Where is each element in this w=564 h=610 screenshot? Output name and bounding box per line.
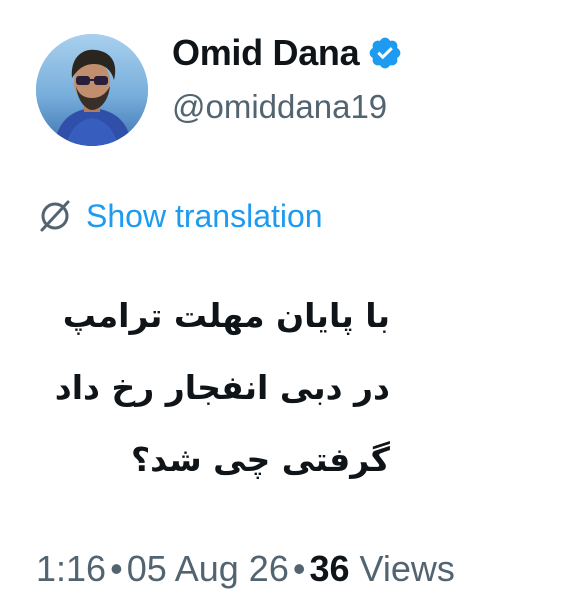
views-label: Views bbox=[359, 548, 455, 589]
tweet-time: 1:16 bbox=[36, 548, 107, 589]
meta-separator: • bbox=[110, 548, 123, 589]
tweet-timestamp[interactable]: 1:16 • 05 Aug 26 bbox=[36, 548, 289, 589]
author-display-name[interactable]: Omid Dana bbox=[172, 32, 360, 74]
author-name-row: Omid Dana bbox=[172, 30, 403, 76]
avatar[interactable] bbox=[36, 34, 148, 146]
show-translation-button[interactable]: Show translation bbox=[36, 196, 323, 236]
tweet-text: با پایان مهلت ترامپ در دبی انفجار رخ داد… bbox=[30, 280, 390, 496]
tweet-text-line: در دبی انفجار رخ داد bbox=[54, 368, 390, 407]
tweet-date: 05 Aug 26 bbox=[126, 548, 289, 589]
tweet-card: Omid Dana @omiddana19 Show translation ب… bbox=[0, 0, 564, 610]
show-translation-label: Show translation bbox=[86, 197, 323, 234]
avatar-image bbox=[36, 34, 148, 146]
meta-separator: • bbox=[292, 548, 306, 589]
verified-badge-icon[interactable] bbox=[367, 35, 403, 71]
translate-icon bbox=[36, 197, 74, 235]
tweet-text-line: با پایان مهلت ترامپ bbox=[62, 296, 390, 335]
views-count: 36 bbox=[309, 548, 350, 589]
author-handle[interactable]: @omiddana19 bbox=[172, 88, 387, 126]
tweet-meta: 1:16 • 05 Aug 26 • 36 Views bbox=[36, 548, 455, 590]
tweet-text-line: گرفتی چی شد؟ bbox=[131, 440, 390, 479]
